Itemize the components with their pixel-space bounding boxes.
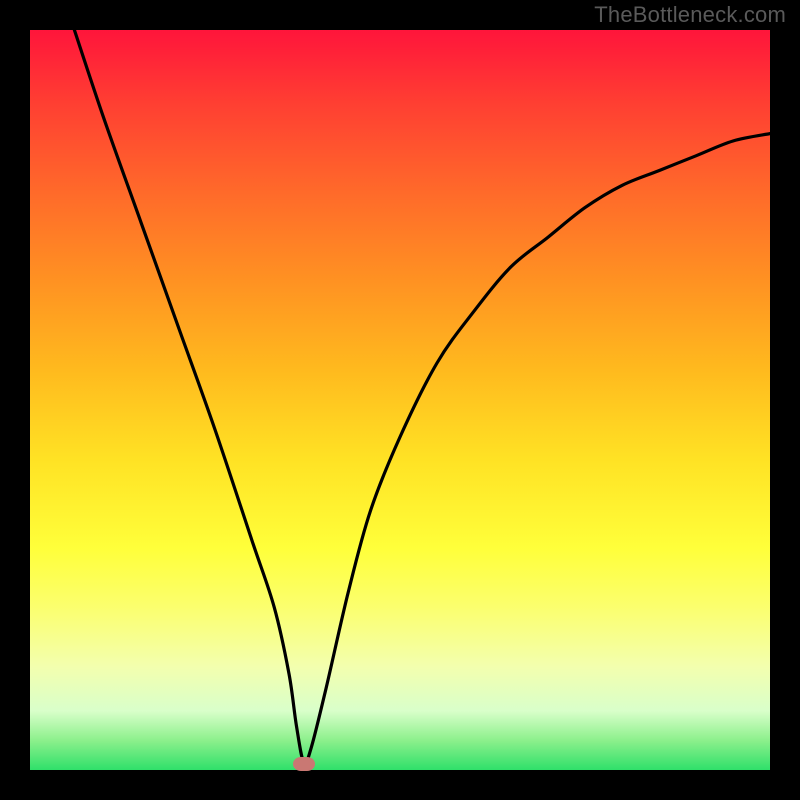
optimal-point-marker [293, 757, 315, 771]
curve-svg [30, 30, 770, 770]
chart-frame: TheBottleneck.com [0, 0, 800, 800]
watermark-text: TheBottleneck.com [594, 2, 786, 28]
plot-area [30, 30, 770, 770]
bottleneck-curve [74, 30, 770, 764]
